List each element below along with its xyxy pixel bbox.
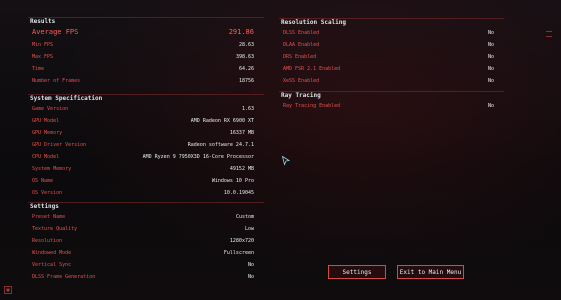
spec-row-os-name: OS Name Windows 10 Pro xyxy=(28,175,264,187)
setting-row-resolution: Resolution 1280x720 xyxy=(28,235,264,247)
spec-value: 49152 MB xyxy=(229,166,254,172)
setting-label: Vertical Sync xyxy=(32,262,72,268)
result-value: 28.63 xyxy=(238,42,254,48)
result-label: Min FPS xyxy=(32,42,54,48)
result-label: Time xyxy=(32,66,45,72)
spec-value: AMD Radeon RX 6900 XT xyxy=(190,118,254,124)
game-logo-icon xyxy=(4,286,12,294)
spec-label: GPU Memory xyxy=(32,130,63,136)
setting-label: Windowed Mode xyxy=(32,250,72,256)
system-spec-panel: System Specification Game Version 1.63 G… xyxy=(28,94,264,199)
settings-button[interactable]: Settings xyxy=(328,265,386,279)
setting-label: Texture Quality xyxy=(32,226,78,232)
scaling-label: DLSS Enabled xyxy=(283,30,320,36)
setting-value: Fullscreen xyxy=(223,250,254,256)
result-row-max-fps: Max FPS 398.63 xyxy=(28,51,264,63)
resolution-scaling-title: Resolution Scaling xyxy=(281,19,347,26)
benchmark-results-screen: Results Average FPS 291.86 Min FPS 28.63… xyxy=(0,0,561,300)
results-title: Results xyxy=(30,18,56,25)
result-value: 398.63 xyxy=(235,54,254,60)
ray-tracing-label: Ray Tracing Enabled xyxy=(283,103,341,109)
scaling-label: DLAA Enabled xyxy=(283,42,320,48)
spec-row-os-version: OS Version 10.0.19045 xyxy=(28,187,264,199)
system-spec-title: System Specification xyxy=(30,95,103,102)
setting-value: No xyxy=(247,262,254,268)
spec-value: AMD Ryzen 9 7950X3D 16-Core Processor xyxy=(142,154,254,160)
setting-value: No xyxy=(247,274,254,280)
setting-value: Custom xyxy=(235,214,254,220)
spec-label: System Memory xyxy=(32,166,72,172)
scaling-label: AMD FSR 2.1 Enabled xyxy=(283,66,341,72)
result-label: Average FPS xyxy=(32,28,79,36)
setting-label: Preset Name xyxy=(32,214,66,220)
setting-row-preset-name: Preset Name Custom xyxy=(28,211,264,223)
setting-value: 1280x720 xyxy=(229,238,254,244)
spec-label: CPU Model xyxy=(32,154,60,160)
spec-row-gpu-driver-version: GPU Driver Version Radeon software 24.7.… xyxy=(28,139,264,151)
scaling-value: No xyxy=(487,78,494,84)
spec-label: GPU Model xyxy=(32,118,60,124)
spec-row-gpu-memory: GPU Memory 16337 MB xyxy=(28,127,264,139)
result-row-min-fps: Min FPS 28.63 xyxy=(28,39,264,51)
spec-label: Game Version xyxy=(32,106,69,112)
exit-to-main-menu-button[interactable]: Exit to Main Menu xyxy=(397,265,464,279)
setting-row-dlss-frame-generation: DLSS Frame Generation No xyxy=(28,271,264,283)
ray-tracing-value: No xyxy=(487,103,494,109)
scaling-value: No xyxy=(487,30,494,36)
scaling-value: No xyxy=(487,54,494,60)
result-value: 64.26 xyxy=(238,66,254,72)
setting-value: Low xyxy=(244,226,254,232)
spec-value: 1.63 xyxy=(241,106,254,112)
scaling-row-drs: DRS Enabled No xyxy=(279,51,504,63)
result-value: 291.86 xyxy=(228,28,254,36)
setting-row-vertical-sync: Vertical Sync No xyxy=(28,259,264,271)
corner-marker-icon xyxy=(546,31,552,37)
scaling-value: No xyxy=(487,42,494,48)
scaling-label: DRS Enabled xyxy=(283,54,317,60)
result-value: 18756 xyxy=(238,78,254,84)
ray-tracing-panel: Ray Tracing Ray Tracing Enabled No xyxy=(279,91,504,112)
spec-value: 10.0.19045 xyxy=(223,190,254,196)
scaling-label: XeSS Enabled xyxy=(283,78,320,84)
setting-row-texture-quality: Texture Quality Low xyxy=(28,223,264,235)
result-label: Max FPS xyxy=(32,54,54,60)
scaling-row-dlaa: DLAA Enabled No xyxy=(279,39,504,51)
spec-row-cpu-model: CPU Model AMD Ryzen 9 7950X3D 16-Core Pr… xyxy=(28,151,264,163)
scaling-row-dlss: DLSS Enabled No xyxy=(279,27,504,39)
setting-label: Resolution xyxy=(32,238,63,244)
spec-value: Radeon software 24.7.1 xyxy=(187,142,254,148)
result-row-number-of-frames: Number of Frames 18756 xyxy=(28,75,264,87)
ray-tracing-row-enabled: Ray Tracing Enabled No xyxy=(279,100,504,112)
spec-value: 16337 MB xyxy=(229,130,254,136)
ray-tracing-title: Ray Tracing xyxy=(281,92,321,99)
spec-row-game-version: Game Version 1.63 xyxy=(28,103,264,115)
scaling-value: No xyxy=(487,66,494,72)
setting-row-windowed-mode: Windowed Mode Fullscreen xyxy=(28,247,264,259)
settings-title: Settings xyxy=(30,203,59,210)
spec-value: Windows 10 Pro xyxy=(211,178,254,184)
results-panel: Results Average FPS 291.86 Min FPS 28.63… xyxy=(28,17,264,87)
settings-panel: Settings Preset Name Custom Texture Qual… xyxy=(28,202,264,283)
resolution-scaling-panel: Resolution Scaling DLSS Enabled No DLAA … xyxy=(279,18,504,87)
scaling-row-amd-fsr: AMD FSR 2.1 Enabled No xyxy=(279,63,504,75)
spec-row-system-memory: System Memory 49152 MB xyxy=(28,163,264,175)
spec-label: GPU Driver Version xyxy=(32,142,87,148)
spec-row-gpu-model: GPU Model AMD Radeon RX 6900 XT xyxy=(28,115,264,127)
result-label: Number of Frames xyxy=(32,78,81,84)
scaling-row-xess: XeSS Enabled No xyxy=(279,75,504,87)
result-row-average-fps: Average FPS 291.86 xyxy=(28,26,264,39)
spec-label: OS Version xyxy=(32,190,63,196)
spec-label: OS Name xyxy=(32,178,54,184)
setting-label: DLSS Frame Generation xyxy=(32,274,96,280)
mouse-cursor-icon xyxy=(282,156,290,166)
result-row-time: Time 64.26 xyxy=(28,63,264,75)
